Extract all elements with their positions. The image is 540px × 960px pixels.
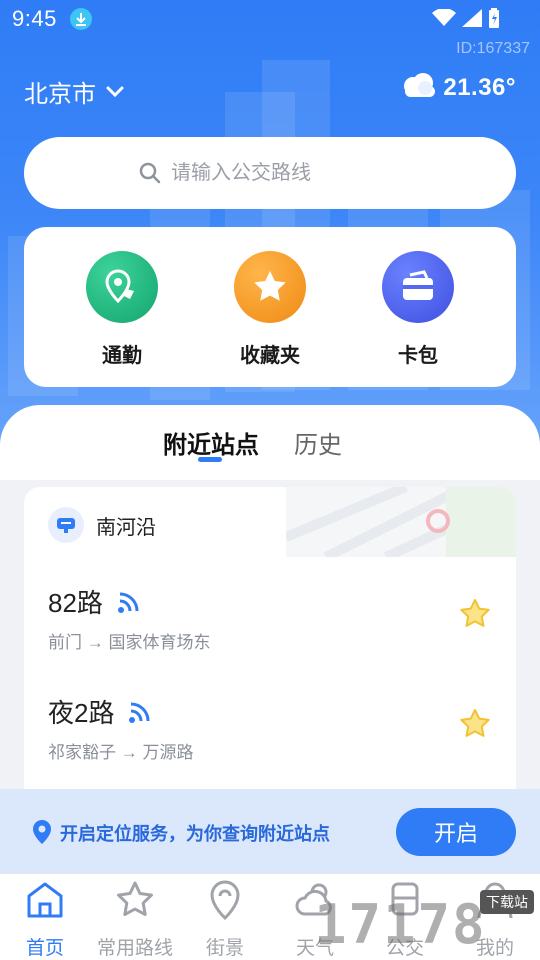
status-bar: 9:45 [0, 0, 540, 40]
search-input[interactable] [171, 161, 401, 185]
star-folder-icon [234, 251, 306, 323]
search-icon [139, 162, 161, 184]
route-name: 夜2路 [48, 698, 115, 728]
nav-label: 首页 [25, 938, 64, 959]
station-name: 南河沿 [96, 516, 156, 539]
nav-item-frequent-routes[interactable]: 常用路线 [90, 878, 180, 960]
tab-active-indicator [198, 457, 222, 462]
realtime-signal-icon [128, 700, 152, 724]
route-item[interactable]: 82路 前门 → 国家体育场东 [48, 583, 492, 653]
status-time: 9:45 [12, 6, 57, 31]
route-direction: 祁家豁子 → 万源路 [48, 743, 194, 762]
chevron-down-icon [106, 83, 124, 101]
enable-location-button[interactable]: 开启 [396, 808, 516, 856]
cell-signal-icon [462, 9, 482, 32]
tab-history[interactable]: 历史 [294, 425, 342, 460]
page-id-label: ID:167337 [456, 40, 530, 57]
quick-action-label: 收藏夹 [240, 345, 300, 367]
wallet-card-icon [382, 251, 454, 323]
nav-item-street-view[interactable]: 街景 [180, 878, 270, 960]
quick-action-card-wallet[interactable]: 卡包 [358, 251, 478, 368]
cloud-icon [401, 72, 437, 103]
watermark-badge: 下载站 [480, 890, 534, 914]
nav-label: 街景 [205, 938, 244, 959]
quick-actions-card: 通勤 收藏夹 卡包 [24, 227, 516, 387]
quick-action-commute[interactable]: 通勤 [62, 251, 182, 368]
quick-action-label: 卡包 [398, 345, 438, 367]
tab-nearby-stations[interactable]: 附近站点 [163, 425, 259, 460]
city-name: 北京市 [24, 81, 96, 108]
realtime-signal-icon [117, 590, 141, 614]
quick-action-label: 通勤 [102, 345, 142, 367]
location-prompt-bar: 开启定位服务，为你查询附近站点 开启 [0, 789, 540, 873]
site-watermark: 17178 下载站 [306, 886, 536, 956]
wifi-icon [432, 8, 456, 32]
location-prompt-text: 开启定位服务，为你查询附近站点 [60, 824, 330, 844]
nav-label: 常用路线 [96, 938, 173, 959]
location-pin-icon [32, 819, 52, 845]
bus-stop-icon [48, 507, 84, 543]
location-pin-icon [210, 880, 240, 921]
temperature-value: 21.36° [443, 73, 516, 101]
search-bar[interactable] [24, 137, 516, 209]
favorite-star-icon[interactable] [458, 597, 492, 631]
watermark-text: 17178 [314, 893, 487, 956]
map-thumbnail-image [286, 487, 516, 557]
station-header[interactable]: 南河沿 [48, 507, 156, 543]
battery-icon [488, 8, 500, 33]
star-icon [117, 881, 153, 916]
station-card: 南河沿 82路 前门 → 国家体育场东 夜2路 祁家豁子 → 万源路 [24, 487, 516, 807]
route-direction: 前门 → 国家体育场东 [48, 633, 211, 652]
home-icon [27, 882, 63, 918]
favorite-star-icon[interactable] [458, 707, 492, 741]
quick-action-favorites[interactable]: 收藏夹 [210, 251, 330, 368]
bottom-nav: 首页 常用路线 街景 天气 公交 我的 17178 下载站 [0, 873, 540, 960]
tabs-sheet: 附近站点 历史 [0, 405, 540, 480]
weather-widget[interactable]: 21.36° [401, 72, 516, 103]
route-item[interactable]: 夜2路 祁家豁子 → 万源路 [48, 693, 492, 763]
nav-item-home[interactable]: 首页 [0, 878, 90, 960]
route-name: 82路 [48, 588, 103, 618]
city-selector[interactable]: 北京市 [24, 74, 124, 109]
download-icon [70, 8, 92, 30]
commute-map-icon [86, 251, 158, 323]
